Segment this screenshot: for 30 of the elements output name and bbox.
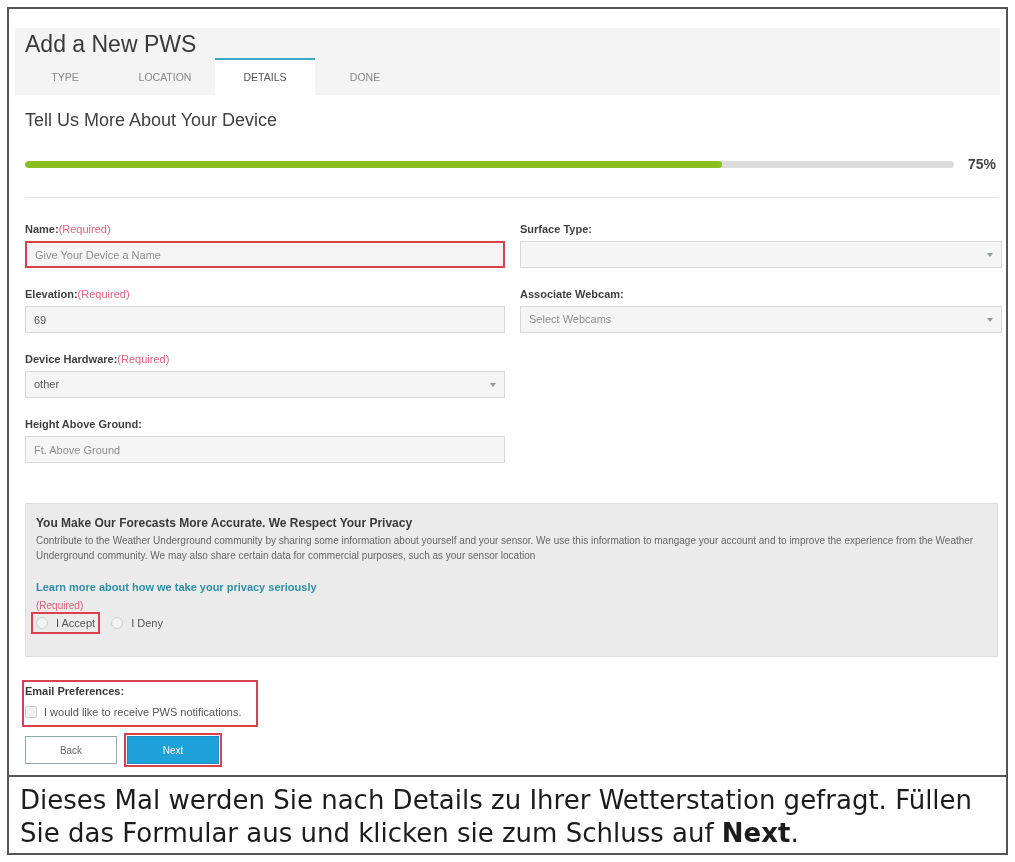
field-label: Surface Type: xyxy=(520,222,592,236)
field-label: Device Hardware:(Required) xyxy=(25,352,170,366)
caret-icon xyxy=(490,382,496,387)
tab[interactable]: DETAILS xyxy=(215,58,315,95)
privacy-link[interactable]: Learn more about how we take your privacy seriously xyxy=(36,579,317,595)
privacy-title: You Make Our Forecasts More Accurate. We Respect Your Privacy xyxy=(36,515,413,531)
back-button[interactable]: Back xyxy=(25,736,117,764)
caret-icon xyxy=(987,252,993,257)
tab[interactable]: DONE xyxy=(315,58,415,95)
field-label: Elevation:(Required) xyxy=(25,287,130,301)
field-label: Associate Webcam: xyxy=(520,287,624,301)
privacy-text: Contribute to the Weather Underground community by sharing some information about yourself and your sensor. We use this information to mangage your account and to improve the experience from the Weather Underground community. We may also share certain data for commercial purposes, such as your sensor location xyxy=(36,534,975,563)
required-note: (Required) xyxy=(36,600,84,612)
select-field[interactable]: other xyxy=(25,371,505,398)
caret-icon xyxy=(987,317,993,322)
field-label: Name:(Required) xyxy=(25,222,111,236)
radio-option[interactable]: I Accept xyxy=(31,612,101,634)
radio-option[interactable]: I Deny xyxy=(106,612,168,634)
select-field[interactable] xyxy=(520,241,1002,268)
tab[interactable]: LOCATION xyxy=(115,58,215,95)
email-preferences-title: Email Preferences: xyxy=(25,684,125,698)
progress-percent: 75% xyxy=(967,154,997,174)
input-field[interactable]: 69 xyxy=(25,306,505,333)
tab[interactable]: TYPE xyxy=(15,58,115,95)
checkbox-option[interactable]: I would like to receive PWS notifications. xyxy=(25,705,242,719)
section-title: Tell Us More About Your Device xyxy=(25,110,278,130)
page-title: Add a New PWS xyxy=(24,30,197,58)
input-field[interactable]: Give Your Device a Name xyxy=(25,241,505,268)
field-label: Height Above Ground: xyxy=(25,417,142,431)
caption-text: Dieses Mal werden Sie nach Details zu Ihrer Wetterstation gefragt. Füllen Sie das Formular aus und klicken sie zum Schluss auf Next. xyxy=(20,784,974,850)
